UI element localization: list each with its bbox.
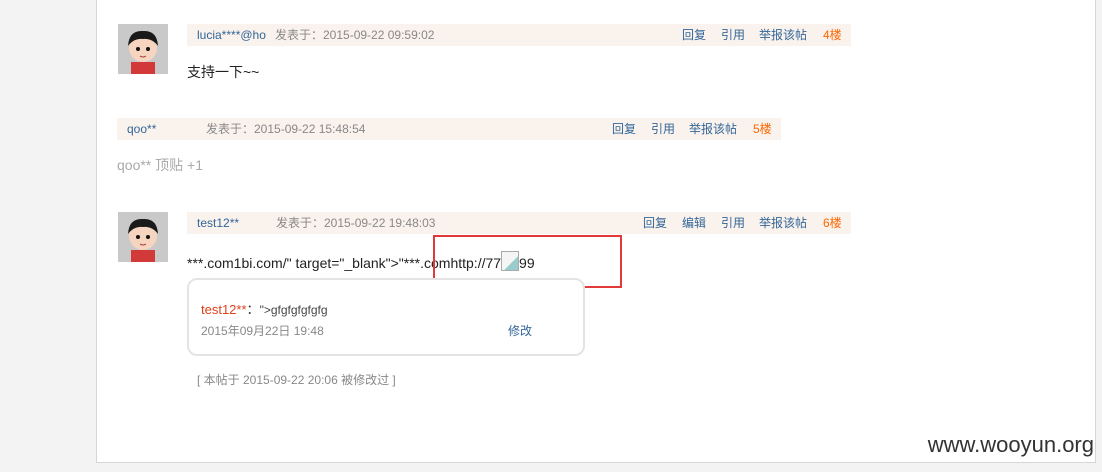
comment-box: test12**：">gfgfgfgfgfg 2015年09月22日 19:48… <box>187 278 585 356</box>
post-header: lucia****@ho 发表于：2015-09-22 09:59:02 回复 … <box>187 24 851 46</box>
post-header: test12** 发表于：2015-09-22 19:48:03 回复 编辑 引… <box>187 212 851 234</box>
comment-separator: ： <box>246 302 260 317</box>
comment-text: ">gfgfgfgfgfg <box>259 303 328 317</box>
comment-edit-link[interactable]: 修改 <box>508 322 532 339</box>
report-button[interactable]: 举报该帖 <box>759 24 807 46</box>
floor-number: 5楼 <box>753 122 772 136</box>
user-avatar-icon <box>118 24 168 74</box>
reply-button[interactable]: 回复 <box>682 24 706 46</box>
reply-button[interactable]: 回复 <box>643 212 667 234</box>
avatar[interactable] <box>118 24 168 74</box>
post-date: 发表于：2015-09-22 15:48:54 <box>206 122 366 136</box>
post-date: 发表于：2015-09-22 19:48:03 <box>276 216 436 230</box>
edit-button[interactable]: 编辑 <box>682 212 706 234</box>
comment-author[interactable]: test12** <box>201 302 247 317</box>
edited-note: [ 本帖于 2015-09-22 20:06 被修改过 ] <box>197 373 396 387</box>
watermark: www.wooyun.org <box>927 432 1094 457</box>
post-author-link[interactable]: test12** <box>197 212 239 234</box>
floor-number: 6楼 <box>823 216 842 230</box>
comment-line: test12**：">gfgfgfgfgfg <box>201 299 328 318</box>
post-date: 发表于：2015-09-22 09:59:02 <box>275 28 435 42</box>
report-button[interactable]: 举报该帖 <box>759 212 807 234</box>
post-content: 支持一下~~ <box>187 64 260 80</box>
reply-button[interactable]: 回复 <box>612 118 636 140</box>
comment-date: 2015年09月22日 19:48 <box>201 324 324 338</box>
quote-button[interactable]: 引用 <box>721 24 745 46</box>
user-avatar-icon <box>118 212 168 262</box>
thread-panel: lucia****@ho 发表于：2015-09-22 09:59:02 回复 … <box>96 0 1096 463</box>
quote-button[interactable]: 引用 <box>721 212 745 234</box>
avatar[interactable] <box>118 212 168 262</box>
floor-number: 4楼 <box>823 28 842 42</box>
post-author-link[interactable]: lucia****@ho <box>197 24 266 46</box>
post-header: qoo** 发表于：2015-09-22 15:48:54 回复 引用 举报该帖… <box>117 118 781 140</box>
quote-button[interactable]: 引用 <box>651 118 675 140</box>
post-author-link[interactable]: qoo** <box>127 118 156 140</box>
post-content: qoo** 顶贴 +1 <box>117 157 203 173</box>
report-button[interactable]: 举报该帖 <box>689 118 737 140</box>
